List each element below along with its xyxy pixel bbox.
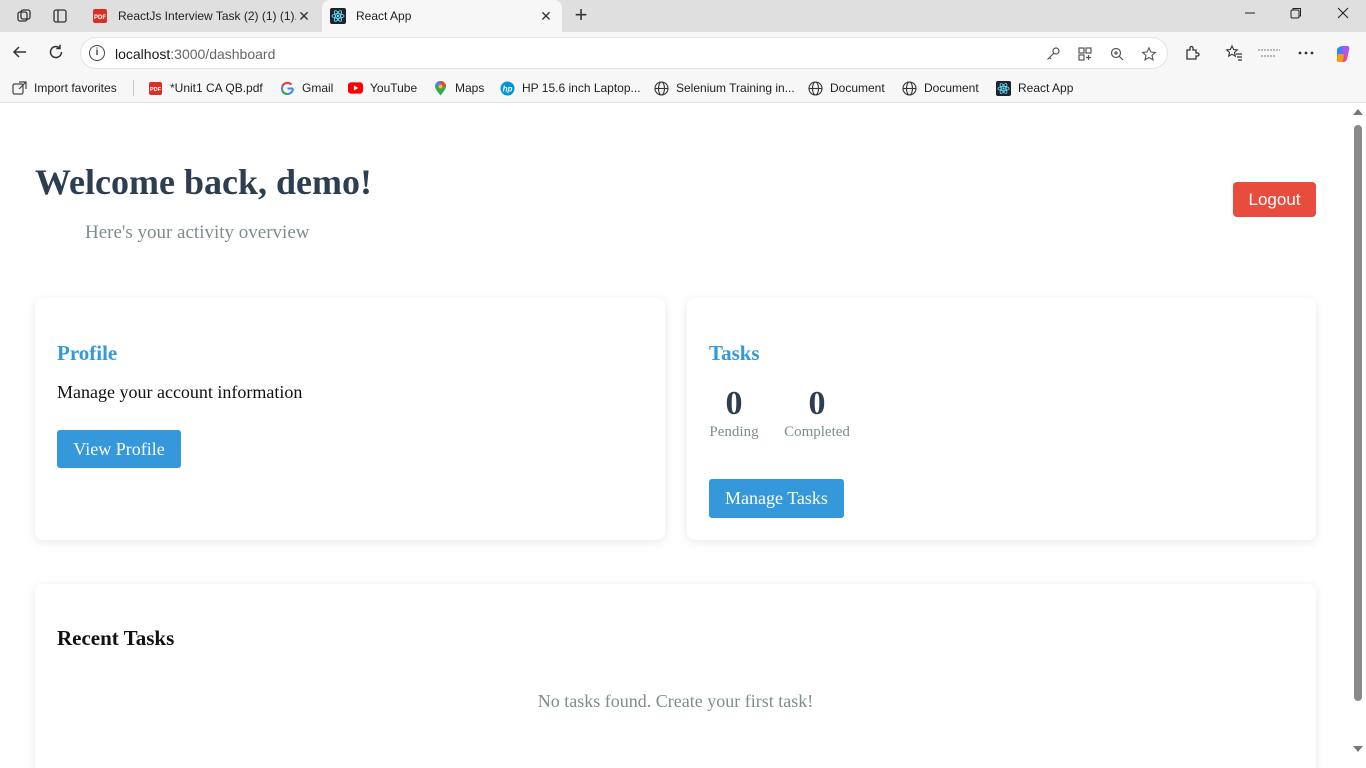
favorite-label: Import favorites [34,81,117,95]
scrollbar-thumb[interactable] [1354,125,1362,701]
url-text[interactable]: localhost:3000/dashboard [115,46,275,62]
empty-tasks-message: No tasks found. Create your first task! [537,691,814,711]
close-tab-icon[interactable]: ✕ [296,8,312,25]
pdf-icon: PDF [148,81,163,96]
tab-pdf[interactable]: PDF ReactJs Interview Task (2) (1) (1).p… [84,0,320,32]
page-title: Welcome back, demo! [35,162,372,202]
favorite-label: React App [1018,81,1074,95]
manage-tasks-button[interactable]: Manage Tasks [709,479,844,518]
copilot-icon[interactable] [1333,44,1353,64]
page-subtitle: Here's your activity overview [85,222,310,243]
address-bar[interactable]: i localhost:3000/dashboard [80,37,1168,69]
profile-avatar-icon[interactable] [1256,46,1282,66]
recent-tasks-card: Recent Tasks No tasks found. Create your… [35,584,1316,768]
pending-stat: 0 Pending [704,386,764,441]
favorite-star-icon[interactable] [1141,46,1157,62]
refresh-icon[interactable] [46,43,66,63]
completed-label: Completed [784,424,850,440]
tab-title: ReactJs Interview Task (2) (1) (1).pdf [118,9,296,23]
favorites-icon[interactable] [1224,44,1244,64]
favorite-label: *Unit1 CA QB.pdf [170,81,263,95]
pdf-icon: PDF [92,8,108,24]
browser-tab-strip: PDF ReactJs Interview Task (2) (1) (1).p… [0,0,1366,32]
google-icon [280,81,295,96]
zoom-icon[interactable] [1109,46,1125,62]
profile-card-description: Manage your account information [57,382,303,402]
maps-pin-icon [433,80,448,96]
logout-button[interactable]: Logout [1233,182,1316,217]
favorite-document-2[interactable]: Document [902,80,979,96]
view-profile-button[interactable]: View Profile [57,430,181,468]
extensions-icon[interactable] [1183,44,1203,64]
pending-label: Pending [709,424,759,440]
globe-icon [654,80,669,96]
tab-actions-icon[interactable] [50,6,70,26]
close-window-icon[interactable] [1333,6,1353,26]
svg-text:hp: hp [503,84,513,93]
favorites-divider [133,80,134,96]
favorite-label: YouTube [370,81,418,95]
favorite-import[interactable]: Import favorites [12,80,117,96]
app-available-icon[interactable] [1077,46,1093,62]
favorite-gmail[interactable]: Gmail [280,80,333,96]
favorite-label: Document [830,81,885,95]
tab-title: React App [356,9,412,23]
react-icon [996,80,1011,96]
favorites-bar: Import favorites PDF *Unit1 CA QB.pdf Gm… [0,74,1366,103]
back-icon[interactable] [10,43,30,63]
react-icon [330,8,346,24]
favorite-hp-laptop[interactable]: hp HP 15.6 inch Laptop... [500,80,641,96]
svg-text:PDF: PDF [150,87,162,93]
favorite-label: HP 15.6 inch Laptop... [522,81,641,95]
more-menu-icon[interactable] [1296,44,1316,64]
completed-stat: 0 Completed [780,386,854,441]
site-info-icon[interactable]: i [89,45,105,61]
page-scrollbar[interactable] [1349,103,1366,768]
favorite-maps[interactable]: Maps [433,80,484,96]
key-icon[interactable] [1045,46,1061,62]
scroll-down-arrow-icon[interactable] [1353,746,1363,752]
favorite-youtube[interactable]: YouTube [348,80,417,96]
recent-tasks-title: Recent Tasks [57,626,175,650]
pending-count: 0 [725,385,743,422]
profile-card-title: Profile [57,341,118,365]
close-tab-icon[interactable]: ✕ [538,8,554,25]
youtube-icon [348,81,363,96]
minimize-icon[interactable] [1240,6,1260,26]
favorite-react-app[interactable]: React App [996,80,1073,96]
favorite-label: Selenium Training in... [676,81,795,95]
globe-icon [902,80,917,96]
workspaces-icon[interactable] [14,6,34,26]
favorite-unit1-pdf[interactable]: PDF *Unit1 CA QB.pdf [148,80,263,96]
tasks-card: Tasks 0 Pending 0 Completed Manage Tasks [687,298,1316,540]
hp-icon: hp [500,81,515,96]
import-icon [12,80,27,96]
tasks-card-title: Tasks [709,341,760,365]
page-viewport: Welcome back, demo! Here's your activity… [4,103,1349,768]
browser-toolbar: i localhost:3000/dashboard [0,32,1366,74]
completed-count: 0 [808,385,826,422]
profile-card: Profile Manage your account information … [35,298,665,540]
favorite-selenium[interactable]: Selenium Training in... [654,80,795,96]
favorite-label: Gmail [302,81,334,95]
svg-text:PDF: PDF [94,15,106,21]
favorite-label: Maps [455,81,485,95]
restore-icon[interactable] [1286,6,1306,26]
favorite-document-1[interactable]: Document [808,80,885,96]
globe-icon [808,80,823,96]
new-tab-button[interactable]: + [570,4,592,26]
scroll-up-arrow-icon[interactable] [1353,109,1363,115]
favorite-label: Document [924,81,979,95]
tab-react-app[interactable]: React App ✕ [322,0,562,32]
